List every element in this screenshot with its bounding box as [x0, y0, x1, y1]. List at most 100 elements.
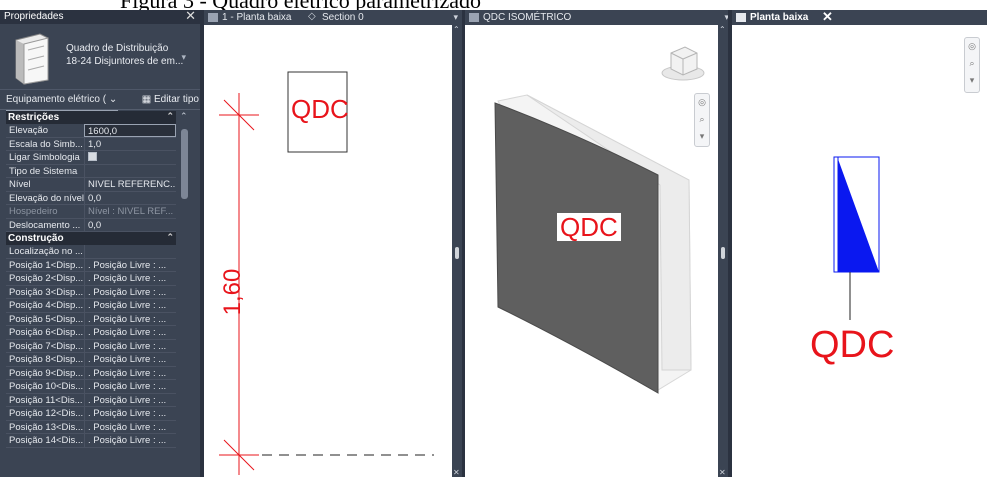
chevron-up-icon[interactable]: ⌃ — [719, 25, 726, 34]
type-name-line1: Quadro de Distribuição — [66, 43, 169, 54]
property-label: Nível — [9, 179, 31, 190]
properties-title-bar: Propriedades ✕ — [0, 10, 202, 24]
property-value[interactable]: . Posição Livre : ... — [84, 380, 176, 393]
property-row: Posição 11<Dis.... Posição Livre : ... — [6, 393, 176, 407]
property-label: Posição 11<Dis... — [9, 394, 83, 406]
property-value[interactable]: . Posição Livre : ... — [84, 272, 176, 285]
property-value[interactable]: NIVEL REFERENC... — [84, 178, 176, 191]
property-value[interactable]: . Posição Livre : ... — [84, 407, 176, 420]
property-row: Posição 1<Disp.... Posição Livre : ... — [6, 258, 176, 272]
property-value[interactable]: . Posição Livre : ... — [84, 420, 176, 433]
panel-tag-label: QDC — [291, 94, 349, 124]
chevron-down-icon[interactable]: ▾ — [965, 72, 979, 89]
close-icon[interactable]: ✕ — [185, 10, 196, 23]
property-row: Posição 8<Disp.... Posição Livre : ... — [6, 353, 176, 367]
edit-type-button[interactable]: ▦ Editar tipo — [142, 90, 199, 110]
chevron-down-icon[interactable]: ▾ — [453, 10, 458, 25]
property-value[interactable] — [84, 164, 176, 177]
property-label: Elevação do nível — [9, 192, 84, 204]
property-row: Ligar Simbologia — [6, 151, 176, 165]
steering-wheel-icon[interactable]: ◎ — [695, 94, 709, 111]
tab-section-0[interactable]: ◇ Section 0 — [304, 10, 364, 25]
panel-thumbnail-icon — [15, 33, 49, 85]
panel-tag-label: QDC — [810, 324, 895, 366]
scrollbar-thumb[interactable] — [181, 129, 188, 199]
zoom-icon[interactable]: ⌕ — [965, 55, 979, 72]
category-select-value: Equipamento elétrico ( — [6, 94, 107, 105]
tab-qdc-isometrico[interactable]: QDC ISOMÉTRICO — [465, 10, 571, 25]
close-icon[interactable]: ✕ — [822, 9, 833, 24]
property-label: Hospedeiro — [9, 206, 58, 217]
chevron-up-icon[interactable]: ⌃ — [453, 25, 460, 34]
property-row: Posição 3<Disp.... Posição Livre : ... — [6, 285, 176, 299]
category-select[interactable]: Equipamento elétrico ( ⌄ — [6, 90, 118, 111]
isometric-view-canvas[interactable]: QDC ◎ ⌕ ▾ — [465, 25, 718, 477]
close-icon[interactable]: ✕ — [453, 468, 460, 477]
property-label: Posição 8<Disp... — [9, 354, 84, 365]
property-label: Deslocamento ... — [9, 219, 81, 231]
tab-planta-baixa-1[interactable]: 1 - Planta baixa — [204, 10, 292, 25]
property-row: Posição 6<Disp.... Posição Livre : ... — [6, 326, 176, 340]
property-row: Posição 2<Disp.... Posição Livre : ... — [6, 272, 176, 286]
close-icon[interactable]: ✕ — [719, 468, 726, 477]
plan-view-canvas[interactable]: QDC ◎ ⌕ ▾ — [732, 25, 987, 477]
property-value[interactable]: . Posição Livre : ... — [84, 434, 176, 447]
property-value[interactable]: . Posição Livre : ... — [84, 353, 176, 366]
scrollbar-thumb[interactable] — [721, 247, 725, 259]
view-scrollbar[interactable]: ⌃ ✕ — [718, 25, 728, 477]
plan-drawing — [833, 156, 880, 320]
property-row: Posição 14<Dis.... Posição Livre : ... — [6, 434, 176, 448]
property-row: Deslocamento ... 0,0 — [6, 218, 176, 232]
section-header-restricoes[interactable]: Restrições ⌃ — [6, 111, 176, 124]
property-label: Posição 14<Dis... — [9, 435, 84, 446]
section-title: Restrições — [8, 112, 60, 123]
property-label: Posição 2<Disp... — [9, 273, 84, 284]
collapse-icon[interactable]: ⌃ — [166, 110, 174, 123]
tab-planta-baixa[interactable]: Planta baixa ✕ — [732, 9, 833, 25]
dimension-value: 1,60 — [219, 268, 246, 316]
navigation-bar[interactable]: ◎ ⌕ ▾ — [694, 93, 710, 147]
floor-plan-icon — [208, 13, 218, 22]
section-drawing — [219, 71, 434, 475]
type-name: Quadro de Distribuição 18-24 Disjuntores… — [66, 42, 183, 68]
scrollbar-thumb[interactable] — [455, 247, 459, 259]
category-row: Equipamento elétrico ( ⌄ ▦ Editar tipo — [0, 90, 202, 111]
property-value[interactable]: . Posição Livre : ... — [84, 312, 176, 325]
chevron-down-icon[interactable]: ▾ — [695, 128, 709, 145]
view-scrollbar[interactable]: ⌃ ✕ — [452, 25, 462, 477]
chevron-up-icon[interactable]: ⌃ — [180, 111, 188, 122]
property-value[interactable]: . Posição Livre : ... — [84, 258, 176, 271]
property-label: Posição 7<Disp... — [9, 340, 84, 352]
navigation-bar[interactable]: ◎ ⌕ ▾ — [964, 37, 980, 93]
property-value[interactable]: . Posição Livre : ... — [84, 326, 176, 339]
elevation-input[interactable]: 1600,0 — [84, 124, 176, 137]
property-label: Posição 1<Disp... — [9, 259, 84, 271]
properties-scrollbar[interactable]: ⌃ ⌄ — [178, 111, 192, 477]
collapse-icon[interactable]: ⌃ — [166, 231, 174, 244]
zoom-icon[interactable]: ⌕ — [695, 111, 709, 128]
type-selector[interactable]: Quadro de Distribuição 18-24 Disjuntores… — [0, 24, 202, 90]
property-value[interactable]: 0,0 — [84, 191, 176, 204]
property-row: Nível NIVEL REFERENC... — [6, 178, 176, 192]
property-value[interactable]: . Posição Livre : ... — [84, 366, 176, 379]
isometric-drawing — [494, 46, 705, 394]
viewcube-icon[interactable] — [661, 46, 705, 81]
property-value[interactable]: . Posição Livre : ... — [84, 285, 176, 298]
property-row: Posição 13<Dis.... Posição Livre : ... — [6, 420, 176, 434]
steering-wheel-icon[interactable]: ◎ — [965, 38, 979, 55]
property-value[interactable]: . Posição Livre : ... — [84, 393, 176, 406]
property-label: Posição 10<Dis... — [9, 381, 84, 392]
checkbox[interactable] — [88, 152, 97, 161]
property-value[interactable]: . Posição Livre : ... — [84, 299, 176, 312]
house-icon — [469, 13, 479, 22]
property-row: Hospedeiro Nível : NIVEL REF... — [6, 205, 176, 219]
property-value[interactable]: 0,0 — [84, 218, 176, 231]
property-label: Posição 13<Dis... — [9, 421, 84, 433]
section-header-construcao[interactable]: Construção ⌃ — [6, 232, 176, 245]
property-value[interactable] — [84, 245, 176, 258]
property-value[interactable]: 1,0 — [84, 137, 176, 150]
property-row: Tipo de Sistema — [6, 164, 176, 178]
section-view-canvas[interactable]: QDC 1,60 — [204, 25, 452, 477]
chevron-down-icon[interactable]: ▾ — [181, 52, 186, 63]
property-value[interactable]: . Posição Livre : ... — [84, 339, 176, 352]
